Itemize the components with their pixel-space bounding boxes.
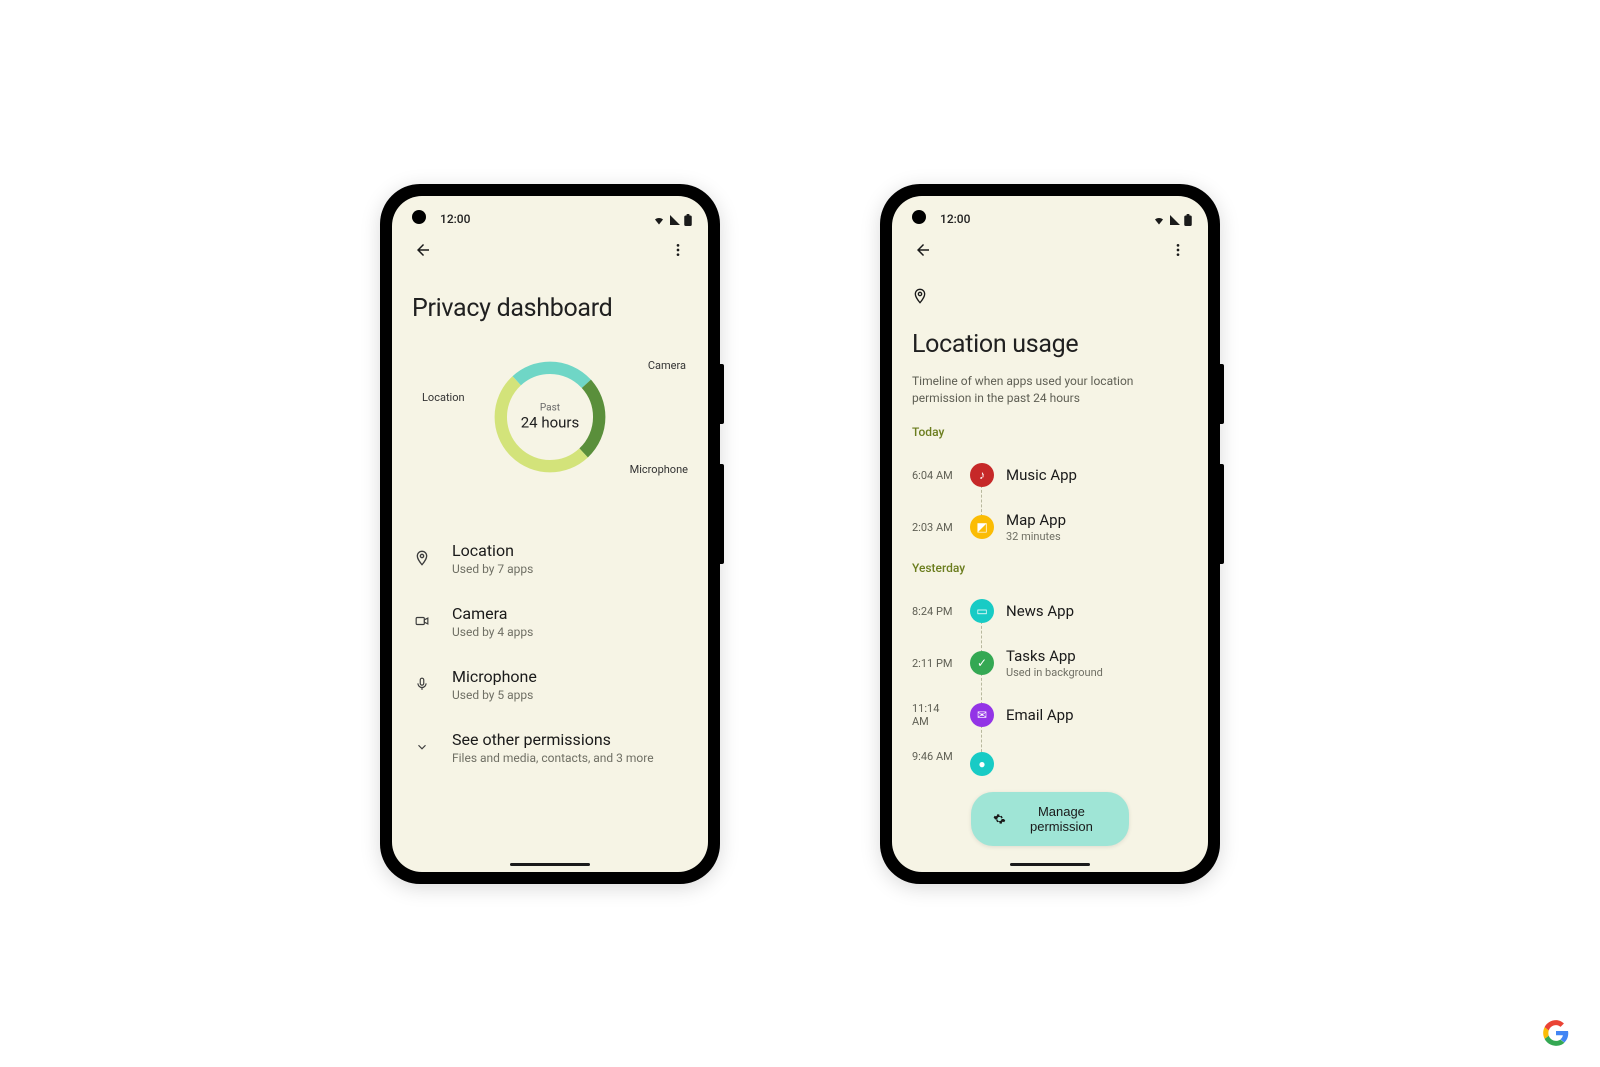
location-icon	[412, 548, 432, 568]
timeline-connector	[981, 485, 982, 517]
status-bar: 12:00	[392, 196, 708, 230]
timeline-app: Email App	[1006, 706, 1074, 724]
app-icon-tasks: ✓	[970, 651, 994, 675]
timeline-connector	[981, 621, 982, 653]
camera-hole	[912, 210, 926, 224]
google-logo	[1542, 1019, 1570, 1047]
app-icon-map: ◩	[970, 515, 994, 539]
timeline-app: News App	[1006, 602, 1074, 620]
timeline-row[interactable]: 11:14 AM ✉ Email App	[912, 689, 1188, 741]
timeline-today: 6:04 AM ♪ Music App 2:03 AM ◩ Map App 32…	[912, 449, 1188, 553]
wifi-icon	[1152, 214, 1166, 226]
timeline-time: 2:11 PM	[912, 657, 958, 670]
back-button[interactable]	[908, 235, 938, 268]
battery-icon	[684, 214, 692, 226]
timeline-row[interactable]: 8:24 PM ▭ News App	[912, 585, 1188, 637]
timeline-sub: Used in background	[1006, 666, 1103, 679]
permission-other[interactable]: See other permissions Files and media, c…	[412, 716, 688, 779]
app-icon-news: ▭	[970, 599, 994, 623]
overflow-button[interactable]	[1164, 236, 1192, 267]
app-icon-unknown: ●	[970, 752, 994, 776]
back-arrow-icon	[914, 241, 932, 259]
permission-title: See other permissions	[452, 730, 654, 749]
privacy-dashboard-screen: 12:00 Privacy dashboard	[392, 196, 708, 872]
signal-icon	[1168, 214, 1182, 226]
timeline-yesterday: 8:24 PM ▭ News App 2:11 PM ✓ Tasks App U…	[912, 585, 1188, 771]
permission-title: Location	[452, 541, 533, 560]
donut-center-l1: Past	[521, 402, 580, 413]
app-icon-email: ✉	[970, 703, 994, 727]
permission-sub: Used by 5 apps	[452, 688, 537, 702]
timeline-row[interactable]: 9:46 AM ●	[912, 741, 1188, 771]
permission-sub: Used by 4 apps	[452, 625, 533, 639]
permission-sub: Files and media, contacts, and 3 more	[452, 751, 654, 765]
more-vert-icon	[670, 242, 686, 258]
timeline-app: Map App	[1006, 511, 1066, 529]
timeline-connector	[981, 673, 982, 705]
app-icon-music: ♪	[970, 463, 994, 487]
back-button[interactable]	[408, 235, 438, 268]
permission-sub: Used by 7 apps	[452, 562, 533, 576]
status-time: 12:00	[440, 212, 652, 226]
timeline-app: Music App	[1006, 466, 1077, 484]
permission-camera[interactable]: Camera Used by 4 apps	[412, 590, 688, 653]
fab-label: Manage permission	[1016, 804, 1107, 834]
manage-permission-button[interactable]: Manage permission	[971, 792, 1129, 846]
gear-icon	[993, 811, 1006, 827]
status-time: 12:00	[940, 212, 1152, 226]
timeline-time: 11:14 AM	[912, 702, 958, 728]
camera-icon	[412, 614, 432, 628]
mic-icon	[412, 675, 432, 693]
donut-label-microphone: Microphone	[630, 463, 688, 476]
status-icons	[1152, 214, 1192, 226]
home-indicator[interactable]	[1010, 863, 1090, 866]
back-arrow-icon	[414, 241, 432, 259]
donut-label-camera: Camera	[648, 359, 686, 372]
toolbar	[892, 230, 1208, 274]
section-today: Today	[912, 425, 1188, 439]
permission-title: Microphone	[452, 667, 537, 686]
permission-microphone[interactable]: Microphone Used by 5 apps	[412, 653, 688, 716]
timeline-time: 8:24 PM	[912, 605, 958, 618]
timeline-row[interactable]: 2:11 PM ✓ Tasks App Used in background	[912, 637, 1188, 689]
donut-center-l2: 24 hours	[521, 413, 580, 431]
status-icons	[652, 214, 692, 226]
location-header-icon	[912, 286, 1188, 310]
chevron-down-icon	[412, 740, 432, 754]
timeline-time: 2:03 AM	[912, 521, 958, 534]
timeline-row[interactable]: 2:03 AM ◩ Map App 32 minutes	[912, 501, 1188, 553]
wifi-icon	[652, 214, 666, 226]
permission-title: Camera	[452, 604, 533, 623]
section-yesterday: Yesterday	[912, 561, 1188, 575]
phone-left: 12:00 Privacy dashboard	[380, 184, 720, 884]
phone-right: 12:00 Location usage Timeline of when ap…	[880, 184, 1220, 884]
page-subtitle: Timeline of when apps used your location…	[912, 373, 1188, 408]
signal-icon	[668, 214, 682, 226]
page-title: Privacy dashboard	[412, 294, 688, 323]
home-indicator[interactable]	[510, 863, 590, 866]
camera-hole	[412, 210, 426, 224]
donut-label-location: Location	[422, 391, 465, 404]
more-vert-icon	[1170, 242, 1186, 258]
overflow-button[interactable]	[664, 236, 692, 267]
usage-donut-chart: Past 24 hours Location Camera Microphone	[412, 337, 688, 497]
timeline-time: 9:46 AM	[912, 750, 958, 763]
permission-list: Location Used by 7 apps Camera Used by 4…	[412, 527, 688, 779]
permission-location[interactable]: Location Used by 7 apps	[412, 527, 688, 590]
donut-center: Past 24 hours	[521, 402, 580, 431]
toolbar	[392, 230, 708, 274]
timeline-sub: 32 minutes	[1006, 530, 1066, 543]
timeline-app: Tasks App	[1006, 647, 1103, 665]
page-title: Location usage	[912, 330, 1188, 359]
status-bar: 12:00	[892, 196, 1208, 230]
location-usage-screen: 12:00 Location usage Timeline of when ap…	[892, 196, 1208, 872]
timeline-row[interactable]: 6:04 AM ♪ Music App	[912, 449, 1188, 501]
battery-icon	[1184, 214, 1192, 226]
timeline-time: 6:04 AM	[912, 469, 958, 482]
